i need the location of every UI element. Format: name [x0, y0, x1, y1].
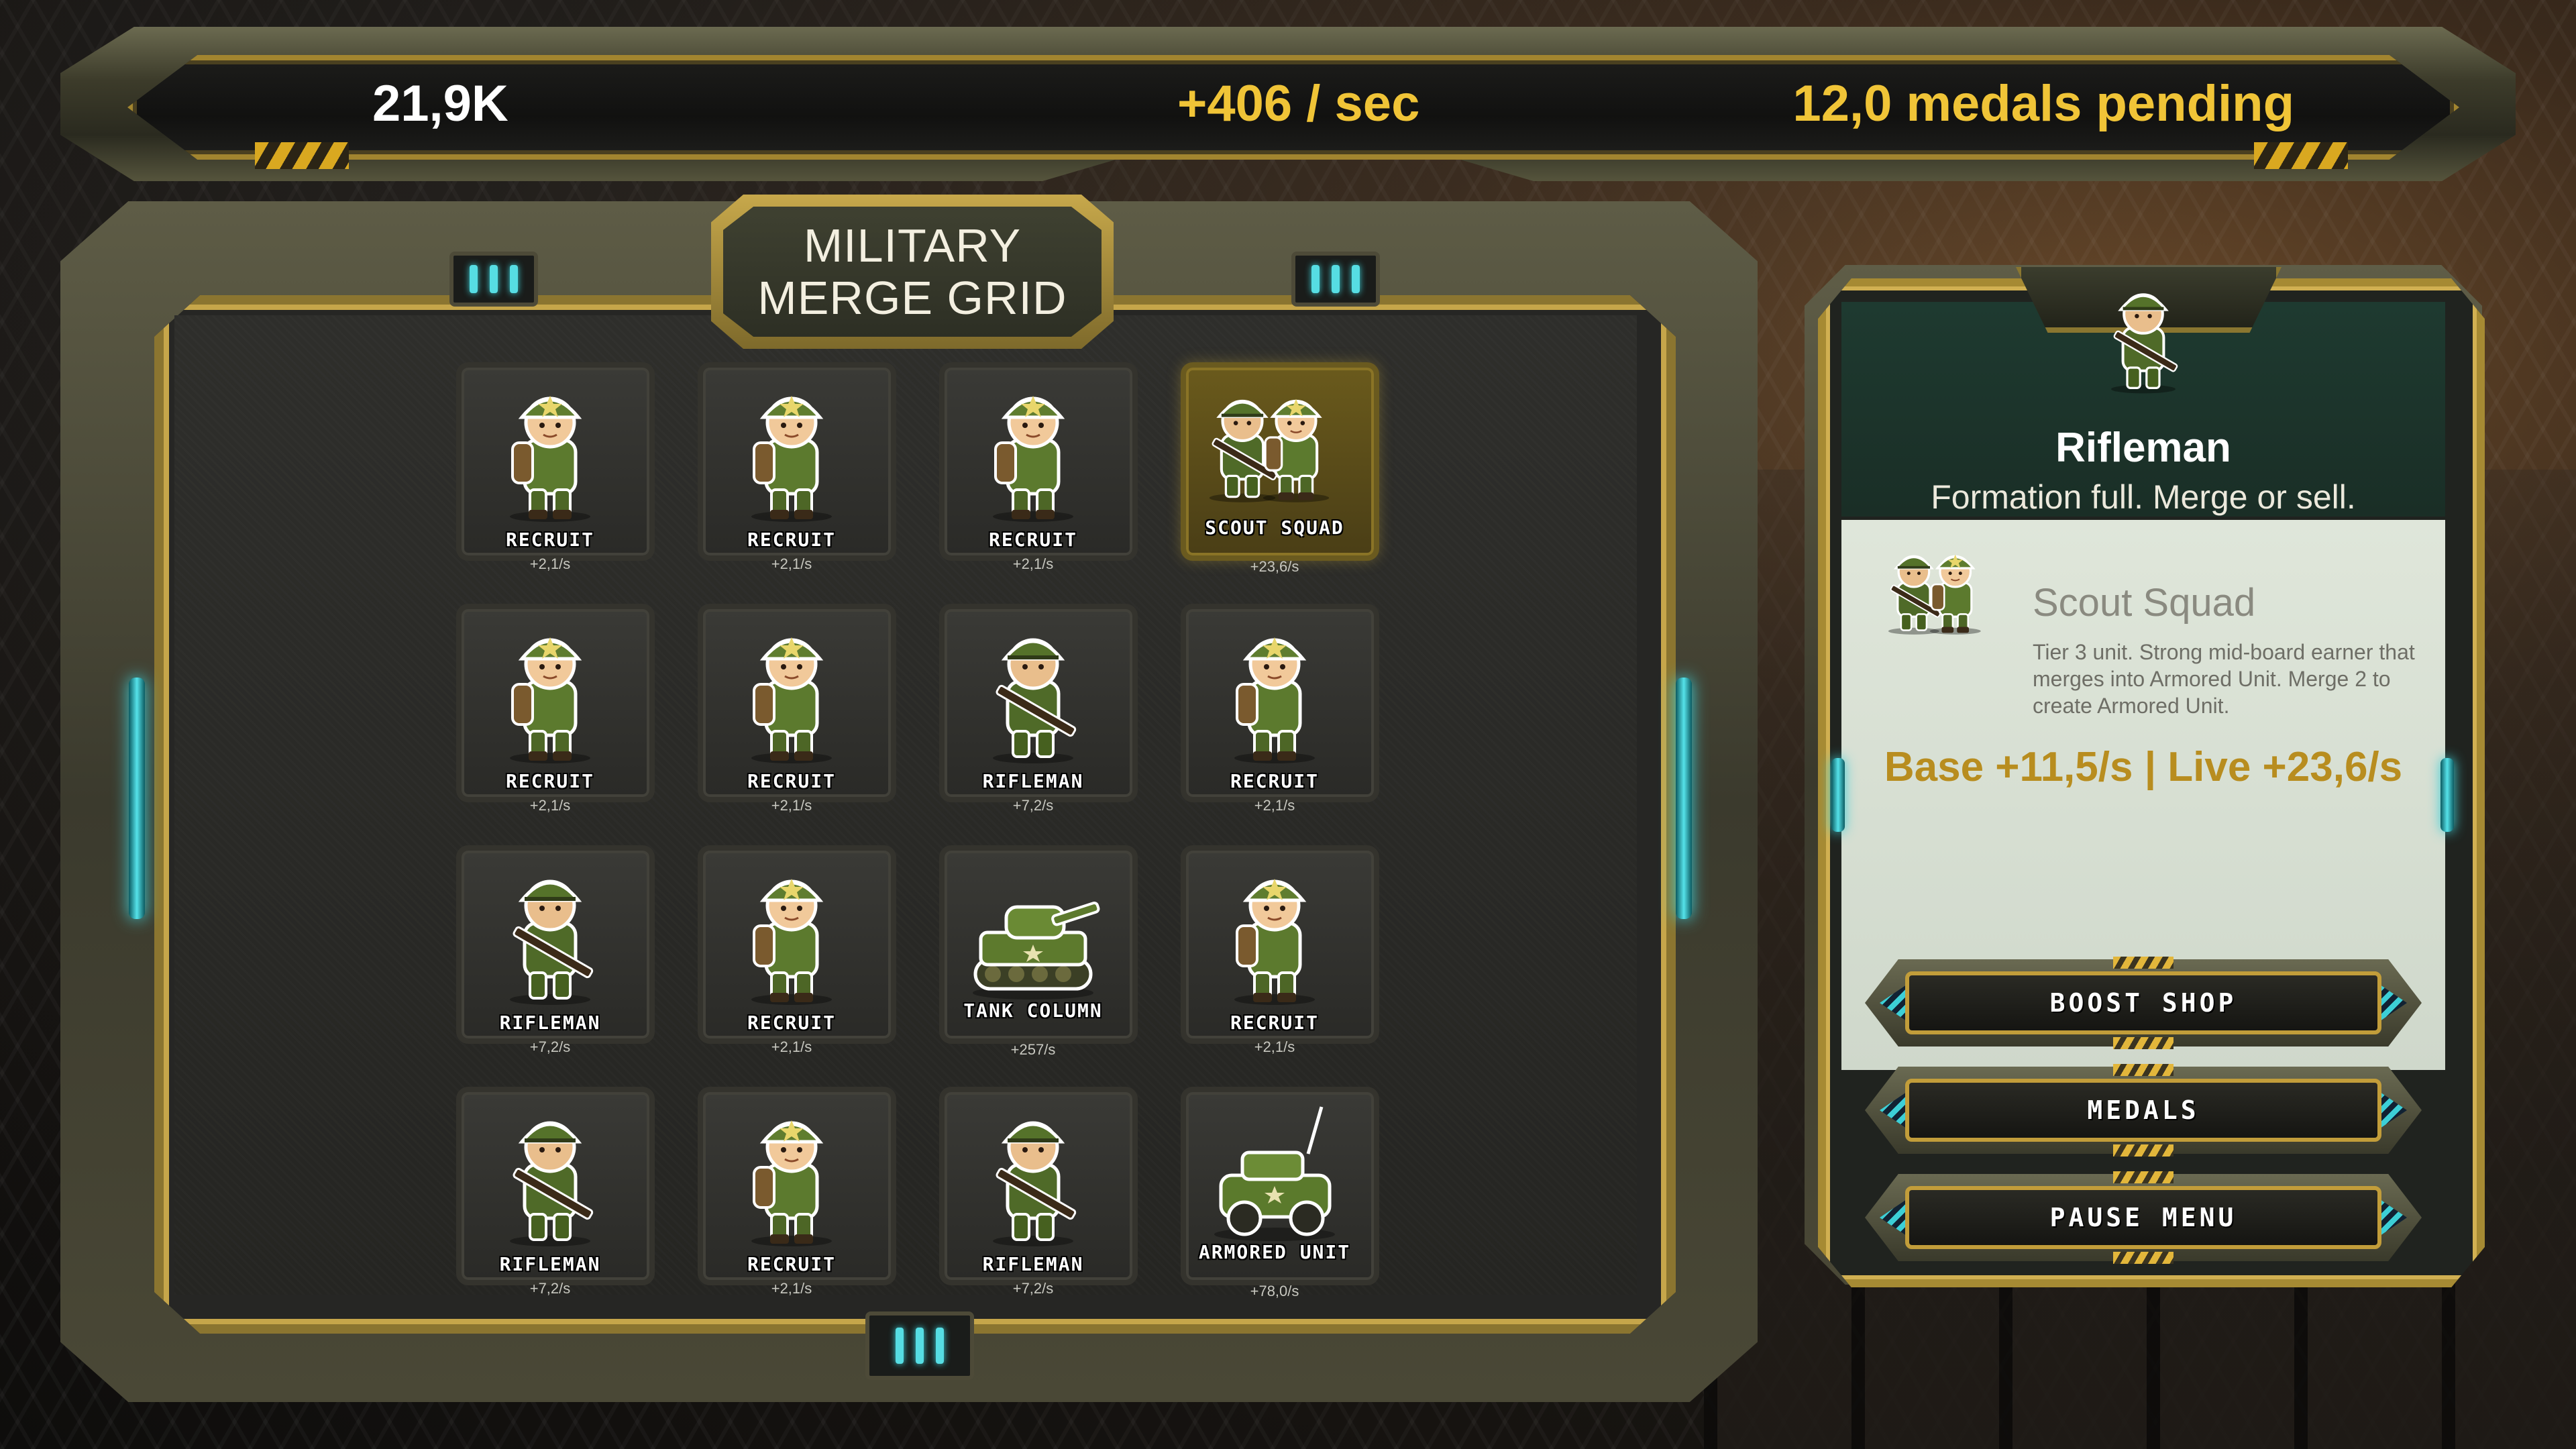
hazard-stripes	[2113, 1144, 2174, 1157]
card-title: Scout Squad	[2033, 581, 2256, 625]
rifleman-icon	[966, 617, 1100, 765]
grid-cell[interactable]: ARMORED UNIT +78,0/s	[1181, 1087, 1379, 1301]
hazard-stripes	[2113, 1252, 2174, 1264]
hazard-stripes-left	[255, 142, 349, 169]
tank-icon	[966, 859, 1100, 1006]
grid-title-line1: MILITARY	[803, 219, 1022, 272]
unit-rate: +2,1/s	[529, 555, 571, 572]
unit-name: RIFLEMAN	[499, 1012, 601, 1034]
grid-title-line2: MERGE GRID	[757, 272, 1067, 324]
unit-name: RECRUIT	[747, 529, 836, 551]
rifleman-icon	[483, 859, 617, 1006]
pause-menu-label: PAUSE MENU	[1905, 1186, 2381, 1249]
unit-rate: +2,1/s	[529, 797, 571, 814]
cyan-light-left	[1831, 758, 1845, 832]
squad-icon	[1208, 376, 1342, 523]
grid-cell[interactable]: TANK COLUMN +257/s	[939, 845, 1138, 1060]
unit-rate: +7,2/s	[529, 1280, 571, 1297]
unit-rate: +2,1/s	[1254, 797, 1295, 814]
merge-grid	[174, 315, 1637, 1295]
soldier-icon	[483, 617, 617, 765]
medals-label: MEDALS	[1905, 1079, 2381, 1142]
soldier-icon	[724, 617, 859, 765]
unit-name: RECRUIT	[747, 1253, 836, 1275]
grid-cell[interactable]: RECRUIT +2,1/s	[1181, 604, 1379, 818]
grid-cell[interactable]: RECRUIT +2,1/s	[939, 362, 1138, 577]
unit-name: RECRUIT	[988, 529, 1077, 551]
grid-cell-selected[interactable]: SCOUT SQUAD +23,6/s	[1181, 362, 1379, 577]
vent-icon	[449, 252, 538, 307]
grid-cell[interactable]: RECRUIT +2,1/s	[698, 845, 896, 1060]
grid-title: MILITARY MERGE GRID	[723, 207, 1102, 337]
money-counter: 21,9K	[372, 75, 508, 132]
unit-rate: +2,1/s	[771, 797, 812, 814]
grid-cell[interactable]: RIFLEMAN +7,2/s	[456, 845, 655, 1060]
soldier-icon	[1208, 859, 1342, 1006]
selected-unit-status: Formation full. Merge or sell.	[1931, 478, 2356, 516]
unit-name: ARMORED UNIT	[1198, 1241, 1351, 1263]
cyan-light-right	[2440, 758, 2454, 832]
grid-cell[interactable]: RECRUIT +2,1/s	[1181, 845, 1379, 1060]
grid-cell[interactable]: RIFLEMAN +7,2/s	[456, 1087, 655, 1301]
unit-rate: +2,1/s	[771, 1038, 812, 1055]
unit-rate: +7,2/s	[1012, 797, 1054, 814]
rifleman-icon	[483, 1100, 617, 1248]
grid-cell[interactable]: RIFLEMAN +7,2/s	[939, 604, 1138, 818]
hazard-stripes	[2113, 1064, 2174, 1076]
cyan-light-right	[1676, 678, 1692, 919]
unit-rate: +78,0/s	[1250, 1283, 1299, 1299]
unit-rate: +2,1/s	[771, 1280, 812, 1297]
unit-name: TANK COLUMN	[963, 1000, 1103, 1022]
soldier-icon	[1208, 617, 1342, 765]
grid-cell[interactable]: RECRUIT +2,1/s	[698, 604, 896, 818]
grid-cell[interactable]: RECRUIT +2,1/s	[698, 1087, 896, 1301]
unit-rate: +2,1/s	[1254, 1038, 1295, 1055]
pause-menu-button[interactable]: PAUSE MENU	[1865, 1171, 2422, 1264]
unit-name: RECRUIT	[505, 770, 594, 792]
card-description: Tier 3 unit. Strong mid-board earner tha…	[2033, 640, 2415, 718]
soldier-icon	[966, 376, 1100, 523]
unit-rate: +23,6/s	[1250, 558, 1299, 575]
unit-rate: +7,2/s	[529, 1038, 571, 1055]
unit-name: RECRUIT	[1230, 770, 1319, 792]
soldier-icon	[724, 1100, 859, 1248]
card-income: Base +11,5/s | Live +23,6/s	[1884, 744, 2403, 790]
income-rate: +406 / sec	[1177, 75, 1420, 132]
hazard-stripes-right	[2254, 142, 2348, 169]
unit-rate: +257/s	[1010, 1041, 1056, 1058]
soldier-icon	[724, 859, 859, 1006]
hazard-stripes	[2113, 957, 2174, 969]
hazard-stripes	[2113, 1171, 2174, 1183]
boost-shop-label: BOOST SHOP	[1905, 971, 2381, 1034]
vent-icon	[1291, 252, 1380, 307]
unit-name: RIFLEMAN	[499, 1253, 601, 1275]
unit-name: RIFLEMAN	[982, 770, 1084, 792]
grid-cell[interactable]: RECRUIT +2,1/s	[456, 604, 655, 818]
vent-icon	[865, 1311, 974, 1380]
grid-cell[interactable]: RIFLEMAN +7,2/s	[939, 1087, 1138, 1301]
cyan-light-left	[129, 678, 145, 919]
unit-name: RECRUIT	[747, 1012, 836, 1034]
soldier-icon	[483, 376, 617, 523]
squad-icon	[1882, 537, 1996, 651]
unit-rate: +2,1/s	[1012, 555, 1054, 572]
unit-name: RECRUIT	[1230, 1012, 1319, 1034]
unit-name: SCOUT SQUAD	[1205, 517, 1344, 539]
unit-name: RIFLEMAN	[982, 1253, 1084, 1275]
grid-cell[interactable]: RECRUIT +2,1/s	[456, 362, 655, 577]
soldier-icon	[724, 376, 859, 523]
hazard-stripes	[2113, 1037, 2174, 1049]
rifleman-icon	[2090, 268, 2197, 402]
unit-rate: +7,2/s	[1012, 1280, 1054, 1297]
boost-shop-button[interactable]: BOOST SHOP	[1865, 957, 2422, 1049]
grid-cell[interactable]: RECRUIT +2,1/s	[698, 362, 896, 577]
rifleman-icon	[966, 1100, 1100, 1248]
unit-rate: +2,1/s	[771, 555, 812, 572]
medals-pending: 12,0 medals pending	[1792, 75, 2294, 132]
medals-button[interactable]: MEDALS	[1865, 1064, 2422, 1157]
unit-name: RECRUIT	[505, 529, 594, 551]
unit-name: RECRUIT	[747, 770, 836, 792]
selected-unit-name: Rifleman	[2055, 425, 2231, 471]
jeep-icon	[1208, 1100, 1342, 1248]
